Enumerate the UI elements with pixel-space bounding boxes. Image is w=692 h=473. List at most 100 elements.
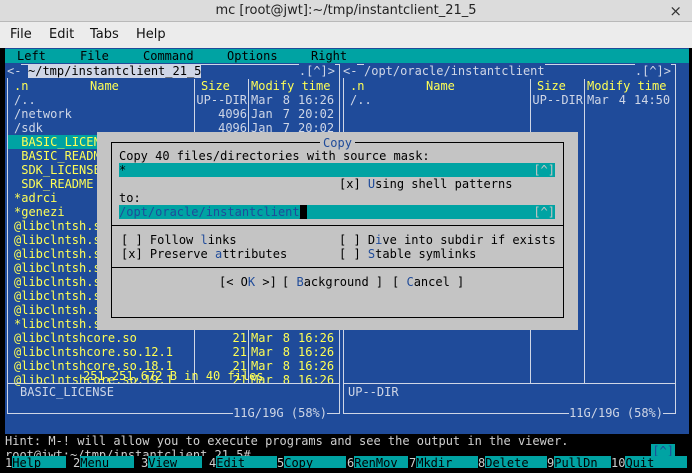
window-titlebar: mc [root@jwt]:~/tmp/instantclient_21_5 × bbox=[0, 0, 692, 22]
source-mask-input[interactable]: * [^] bbox=[119, 163, 555, 177]
right-disk-usage: 11G/19G (58%) bbox=[569, 406, 663, 420]
panel-separator bbox=[8, 383, 339, 384]
header-sort[interactable]: .n bbox=[350, 79, 364, 93]
source-history-button[interactable]: [^] bbox=[533, 163, 555, 177]
header-mtime[interactable]: Modify time bbox=[587, 79, 666, 93]
file-size: 21 bbox=[232, 331, 247, 345]
file-row[interactable]: @libclntshcore.so 21 Mar 8 16:26 bbox=[8, 331, 339, 345]
copy-dialog-title: Copy bbox=[320, 136, 355, 150]
file-name: @libclntsh.so bbox=[14, 247, 108, 261]
file-size: UP--DIR bbox=[532, 93, 583, 107]
right-panel-corner[interactable]: <- bbox=[343, 64, 358, 78]
hint-bar: Hint: M-! will allow you to execute prog… bbox=[5, 434, 689, 448]
ok-button[interactable]: [< OK >] bbox=[219, 275, 277, 289]
left-panel-history[interactable]: .[^]> bbox=[298, 64, 335, 78]
panel-separator bbox=[344, 383, 675, 384]
function-key-bar: 1Help 2Menu 3View 4Edit 5Copy 6RenMov 7M… bbox=[5, 456, 689, 468]
fkey-delete[interactable]: 8Delete bbox=[478, 456, 548, 468]
copy-dialog: Copy Copy 40 files/directories with sour… bbox=[97, 132, 578, 330]
file-day: 8 bbox=[282, 359, 290, 373]
file-time: 16:26 bbox=[298, 345, 335, 359]
file-day: 8 bbox=[282, 345, 290, 359]
header-name[interactable]: Name bbox=[90, 79, 119, 93]
terminal-area[interactable]: Left File Command Options Right <- ~/tmp… bbox=[5, 48, 689, 468]
fkey-edit[interactable]: 4Edit bbox=[209, 456, 279, 468]
mc-menu-right[interactable]: Right bbox=[311, 49, 347, 63]
file-time: 16:26 bbox=[298, 331, 335, 345]
fkey-copy[interactable]: 5Copy bbox=[277, 456, 347, 468]
mc-menu-options[interactable]: Options bbox=[227, 49, 278, 63]
left-disk-usage: 11G/19G (58%) bbox=[233, 406, 327, 420]
mc-menu-command[interactable]: Command bbox=[143, 49, 194, 63]
header-mtime[interactable]: Modify time bbox=[251, 79, 330, 93]
file-name: SDK_LICENSE bbox=[14, 163, 101, 177]
window-title: mc [root@jwt]:~/tmp/instantclient_21_5 bbox=[215, 3, 477, 18]
header-name[interactable]: Name bbox=[426, 79, 455, 93]
file-row[interactable]: /.. UP--DIR Mar 8 16:26 bbox=[8, 93, 339, 107]
file-name: *adrci bbox=[14, 191, 58, 205]
file-name: @libclntsh.so bbox=[14, 219, 108, 233]
header-size[interactable]: Size bbox=[537, 79, 566, 93]
file-size: 4096 bbox=[218, 107, 247, 121]
file-day: 8 bbox=[282, 331, 290, 345]
fkey-pulldn[interactable]: 9PullDn bbox=[547, 456, 617, 468]
source-mask-value: * bbox=[119, 163, 127, 177]
file-name: @libclntshcore.so bbox=[14, 331, 137, 345]
file-day: 7 bbox=[282, 107, 290, 121]
file-name: *libclntsh.so bbox=[14, 317, 108, 331]
file-row[interactable]: @libclntshcore.so.12.1 21 Mar 8 16:26 bbox=[8, 345, 339, 359]
menu-tabs[interactable]: Tabs bbox=[90, 27, 119, 42]
follow-links-checkbox[interactable]: [ ] Follow links bbox=[121, 233, 237, 247]
file-name: @libclntshcore.so.12.1 bbox=[14, 345, 173, 359]
right-panel-path: /opt/oracle/instantclient bbox=[364, 64, 545, 78]
dive-subdir-checkbox[interactable]: [ ] Dive into subdir if exists bbox=[339, 233, 556, 247]
target-input[interactable]: /opt/oracle/instantclient_ [^] bbox=[119, 205, 555, 219]
file-size: UP--DIR bbox=[196, 93, 247, 107]
file-name: *genezi bbox=[14, 205, 65, 219]
file-name: @libclntsh.so bbox=[14, 261, 108, 275]
file-month: Mar bbox=[587, 93, 609, 107]
to-label: to: bbox=[119, 191, 141, 205]
right-status: UP--DIR bbox=[348, 385, 399, 399]
mc-menu-file[interactable]: File bbox=[80, 49, 109, 63]
file-name: /sdk bbox=[14, 121, 43, 135]
right-panel-history[interactable]: .[^]> bbox=[634, 64, 671, 78]
fkey-mkdir[interactable]: 7Mkdir bbox=[409, 456, 479, 468]
shell-patterns-checkbox[interactable]: [x] Using shell patterns bbox=[339, 177, 512, 191]
file-name: @libclntsh.so bbox=[14, 233, 108, 247]
menu-help[interactable]: Help bbox=[136, 27, 166, 42]
file-time: 20:02 bbox=[298, 107, 335, 121]
file-row[interactable]: /.. UP--DIR Mar 4 14:50 bbox=[344, 93, 675, 107]
target-value: /opt/oracle/instantclient bbox=[119, 205, 300, 219]
column-divider bbox=[584, 79, 585, 383]
left-summary: 251,251,672 B in 40 files bbox=[83, 369, 264, 383]
file-name: @libclntsh.so bbox=[14, 289, 108, 303]
copy-dialog-frame: Copy Copy 40 files/directories with sour… bbox=[111, 136, 564, 318]
cancel-button[interactable]: [ Cancel ] bbox=[392, 275, 464, 289]
dialog-divider bbox=[112, 267, 563, 268]
menu-edit[interactable]: Edit bbox=[49, 27, 74, 42]
mc-menu-left[interactable]: Left bbox=[17, 49, 46, 63]
file-time: 16:26 bbox=[298, 373, 335, 387]
file-day: 8 bbox=[282, 93, 290, 107]
fkey-view[interactable]: 3View bbox=[141, 456, 203, 468]
fkey-quit[interactable]: 10Quit bbox=[611, 456, 688, 468]
header-sort[interactable]: .n bbox=[14, 79, 28, 93]
file-row[interactable]: /network 4096 Jan 7 20:02 bbox=[8, 107, 339, 121]
file-month: Mar bbox=[251, 93, 273, 107]
file-name: @libclntsh.so bbox=[14, 303, 108, 317]
file-name: /network bbox=[14, 107, 72, 121]
menu-file[interactable]: File bbox=[10, 27, 32, 42]
stable-symlinks-checkbox[interactable]: [ ] Stable symlinks bbox=[339, 247, 476, 261]
left-panel-corner[interactable]: <- bbox=[7, 64, 22, 78]
file-time: 14:50 bbox=[634, 93, 671, 107]
header-size[interactable]: Size bbox=[201, 79, 230, 93]
close-icon[interactable]: × bbox=[669, 2, 682, 20]
fkey-menu[interactable]: 2Menu bbox=[73, 456, 135, 468]
fkey-help[interactable]: 1Help bbox=[5, 456, 67, 468]
mc-menubar: Left File Command Options Right bbox=[5, 49, 689, 63]
preserve-attributes-checkbox[interactable]: [x] Preserve attributes bbox=[121, 247, 287, 261]
background-button[interactable]: [ Background ] bbox=[282, 275, 383, 289]
fkey-renmov[interactable]: 6RenMov bbox=[347, 456, 409, 468]
target-history-button[interactable]: [^] bbox=[533, 205, 555, 219]
